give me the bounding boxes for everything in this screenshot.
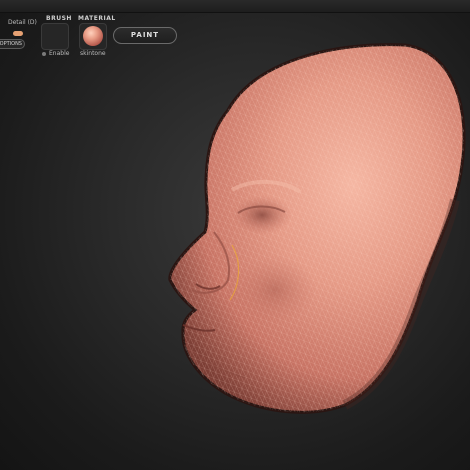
enable-label: Enable	[49, 50, 70, 57]
detail-slider-knob[interactable]	[13, 31, 23, 36]
material-name: skintone	[80, 50, 106, 57]
app-window: Detail (D) OPTIONS BRUSH Enable MATERIAL…	[0, 0, 470, 470]
detail-label: Detail (D)	[8, 19, 37, 26]
3d-viewport[interactable]	[0, 0, 470, 470]
brush-slot[interactable]	[41, 23, 69, 50]
material-label: MATERIAL	[78, 15, 116, 22]
options-button[interactable]: OPTIONS	[0, 39, 25, 49]
head-mesh[interactable]	[168, 43, 466, 414]
toolbar: Detail (D) OPTIONS BRUSH Enable MATERIAL…	[0, 12, 200, 60]
cheek	[233, 255, 317, 325]
enable-toggle[interactable]	[42, 52, 46, 56]
brush-label: BRUSH	[46, 15, 72, 22]
paint-button[interactable]: PAINT	[113, 27, 177, 44]
eye-socket	[232, 195, 292, 235]
material-sphere-icon	[83, 26, 103, 46]
